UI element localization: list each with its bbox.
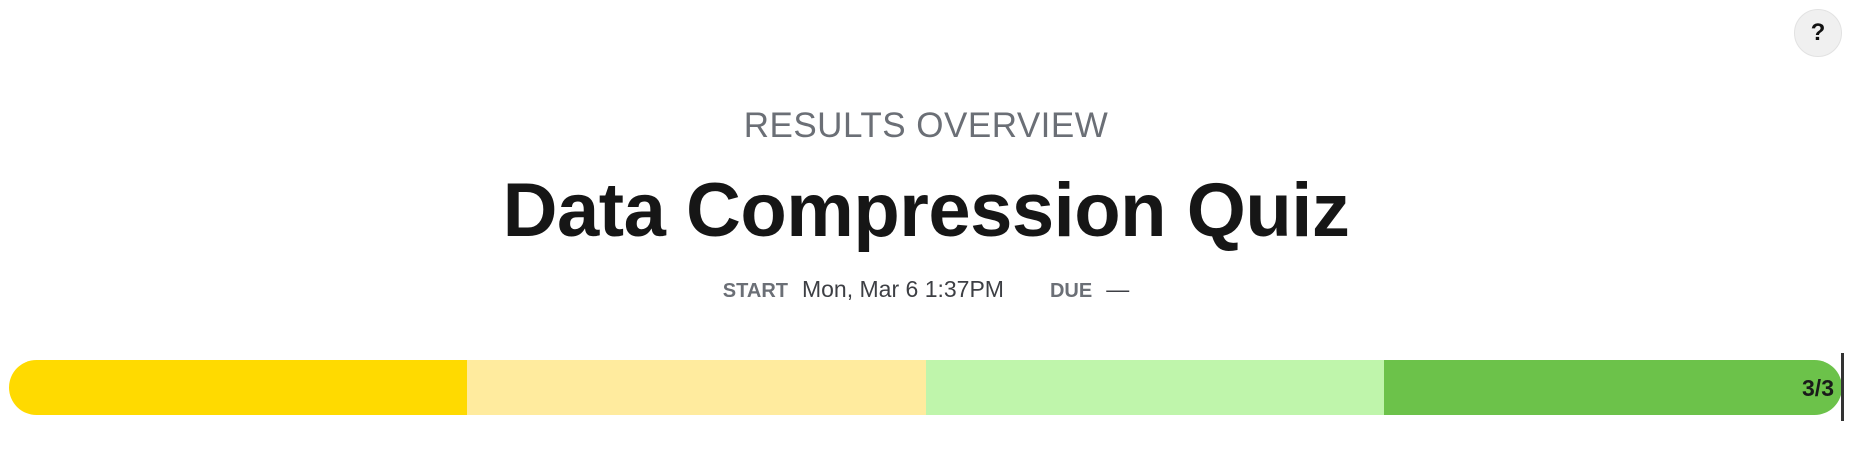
progress-segment-4 — [1383, 360, 1842, 415]
due-value: — — [1106, 276, 1130, 302]
progress-segment-3 — [925, 360, 1384, 415]
progress-segment-2 — [467, 360, 926, 415]
progress-count: 3/3 — [1802, 375, 1834, 401]
due-label: DUE — [1049, 280, 1093, 302]
page-eyebrow: RESULTS OVERVIEW — [743, 106, 1109, 145]
help-button[interactable]: ? — [1794, 9, 1842, 57]
start-value: Mon, Mar 6 1:37PM — [801, 276, 1004, 302]
progress-segment-1 — [9, 360, 468, 415]
start-label: START — [722, 280, 788, 302]
results-overview-page: ? RESULTS OVERVIEW Data Compression Quiz… — [0, 0, 1852, 468]
quiz-meta: START Mon, Mar 6 1:37PM DUE — — [0, 274, 1852, 306]
text-cursor — [1841, 353, 1844, 421]
help-icon: ? — [1810, 19, 1826, 46]
results-progress-bar — [9, 360, 1842, 415]
page-title: Data Compression Quiz — [502, 168, 1350, 253]
